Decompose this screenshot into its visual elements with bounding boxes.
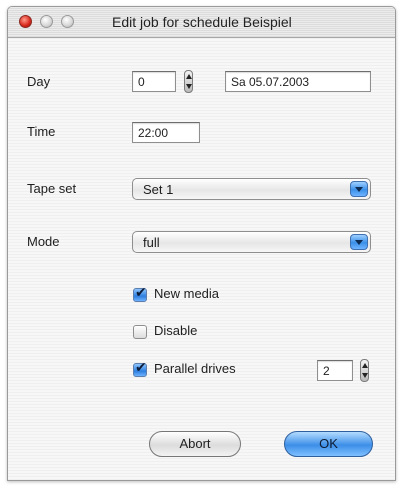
title-bar: Edit job for schedule Beispiel [8, 7, 395, 38]
tape-set-popup[interactable]: Set 1 [132, 178, 371, 200]
date-field[interactable]: Sa 05.07.2003 [225, 71, 371, 92]
parallel-drives-stepper-icon[interactable] [360, 359, 369, 382]
chevron-down-icon [350, 181, 368, 197]
mode-label: Mode [27, 234, 60, 249]
tape-set-value: Set 1 [143, 182, 174, 197]
minimize-window-icon[interactable] [40, 15, 53, 28]
disable-label[interactable]: Disable [154, 323, 197, 338]
day-label: Day [27, 74, 51, 89]
close-window-icon[interactable] [19, 15, 32, 28]
ok-button[interactable]: OK [284, 431, 373, 457]
day-field[interactable]: 0 [132, 71, 176, 92]
parallel-drives-checkbox[interactable] [133, 360, 147, 377]
time-field[interactable]: 22:00 [132, 122, 200, 143]
zoom-window-icon[interactable] [61, 15, 74, 28]
tape-set-label: Tape set [27, 181, 77, 196]
time-label: Time [27, 124, 56, 139]
mode-popup[interactable]: full [132, 231, 371, 253]
mode-value: full [143, 235, 160, 250]
parallel-drives-field[interactable]: 2 [317, 360, 353, 381]
new-media-checkbox[interactable] [133, 285, 147, 302]
edit-job-window: Edit job for schedule Beispiel Day 0 Sa … [7, 6, 396, 481]
chevron-down-icon [350, 234, 368, 250]
abort-button[interactable]: Abort [149, 431, 241, 457]
window-title: Edit job for schedule Beispiel [112, 14, 292, 30]
parallel-drives-label[interactable]: Parallel drives [154, 361, 236, 376]
new-media-label[interactable]: New media [154, 286, 219, 301]
day-stepper-icon[interactable] [184, 70, 193, 93]
disable-checkbox[interactable] [133, 325, 147, 339]
